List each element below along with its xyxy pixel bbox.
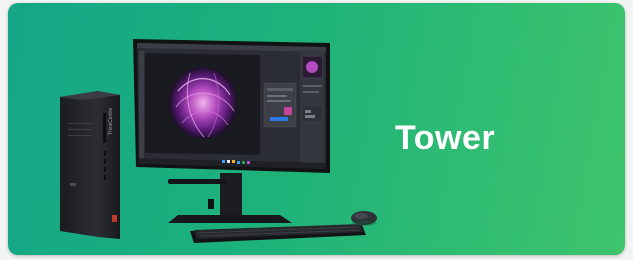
banner-title: Tower (395, 119, 496, 157)
svg-text:ThinkCentre: ThinkCentre (108, 108, 114, 135)
keyboard (190, 224, 366, 243)
tower-category-banner[interactable]: ThinkCentre Tower (8, 3, 625, 255)
monitor (133, 39, 330, 173)
artwork-orb (169, 67, 237, 139)
mouse (351, 211, 377, 226)
monitor-stand (168, 173, 292, 223)
product-image: ThinkCentre (60, 39, 377, 243)
tower-pc: ThinkCentre (60, 91, 120, 239)
